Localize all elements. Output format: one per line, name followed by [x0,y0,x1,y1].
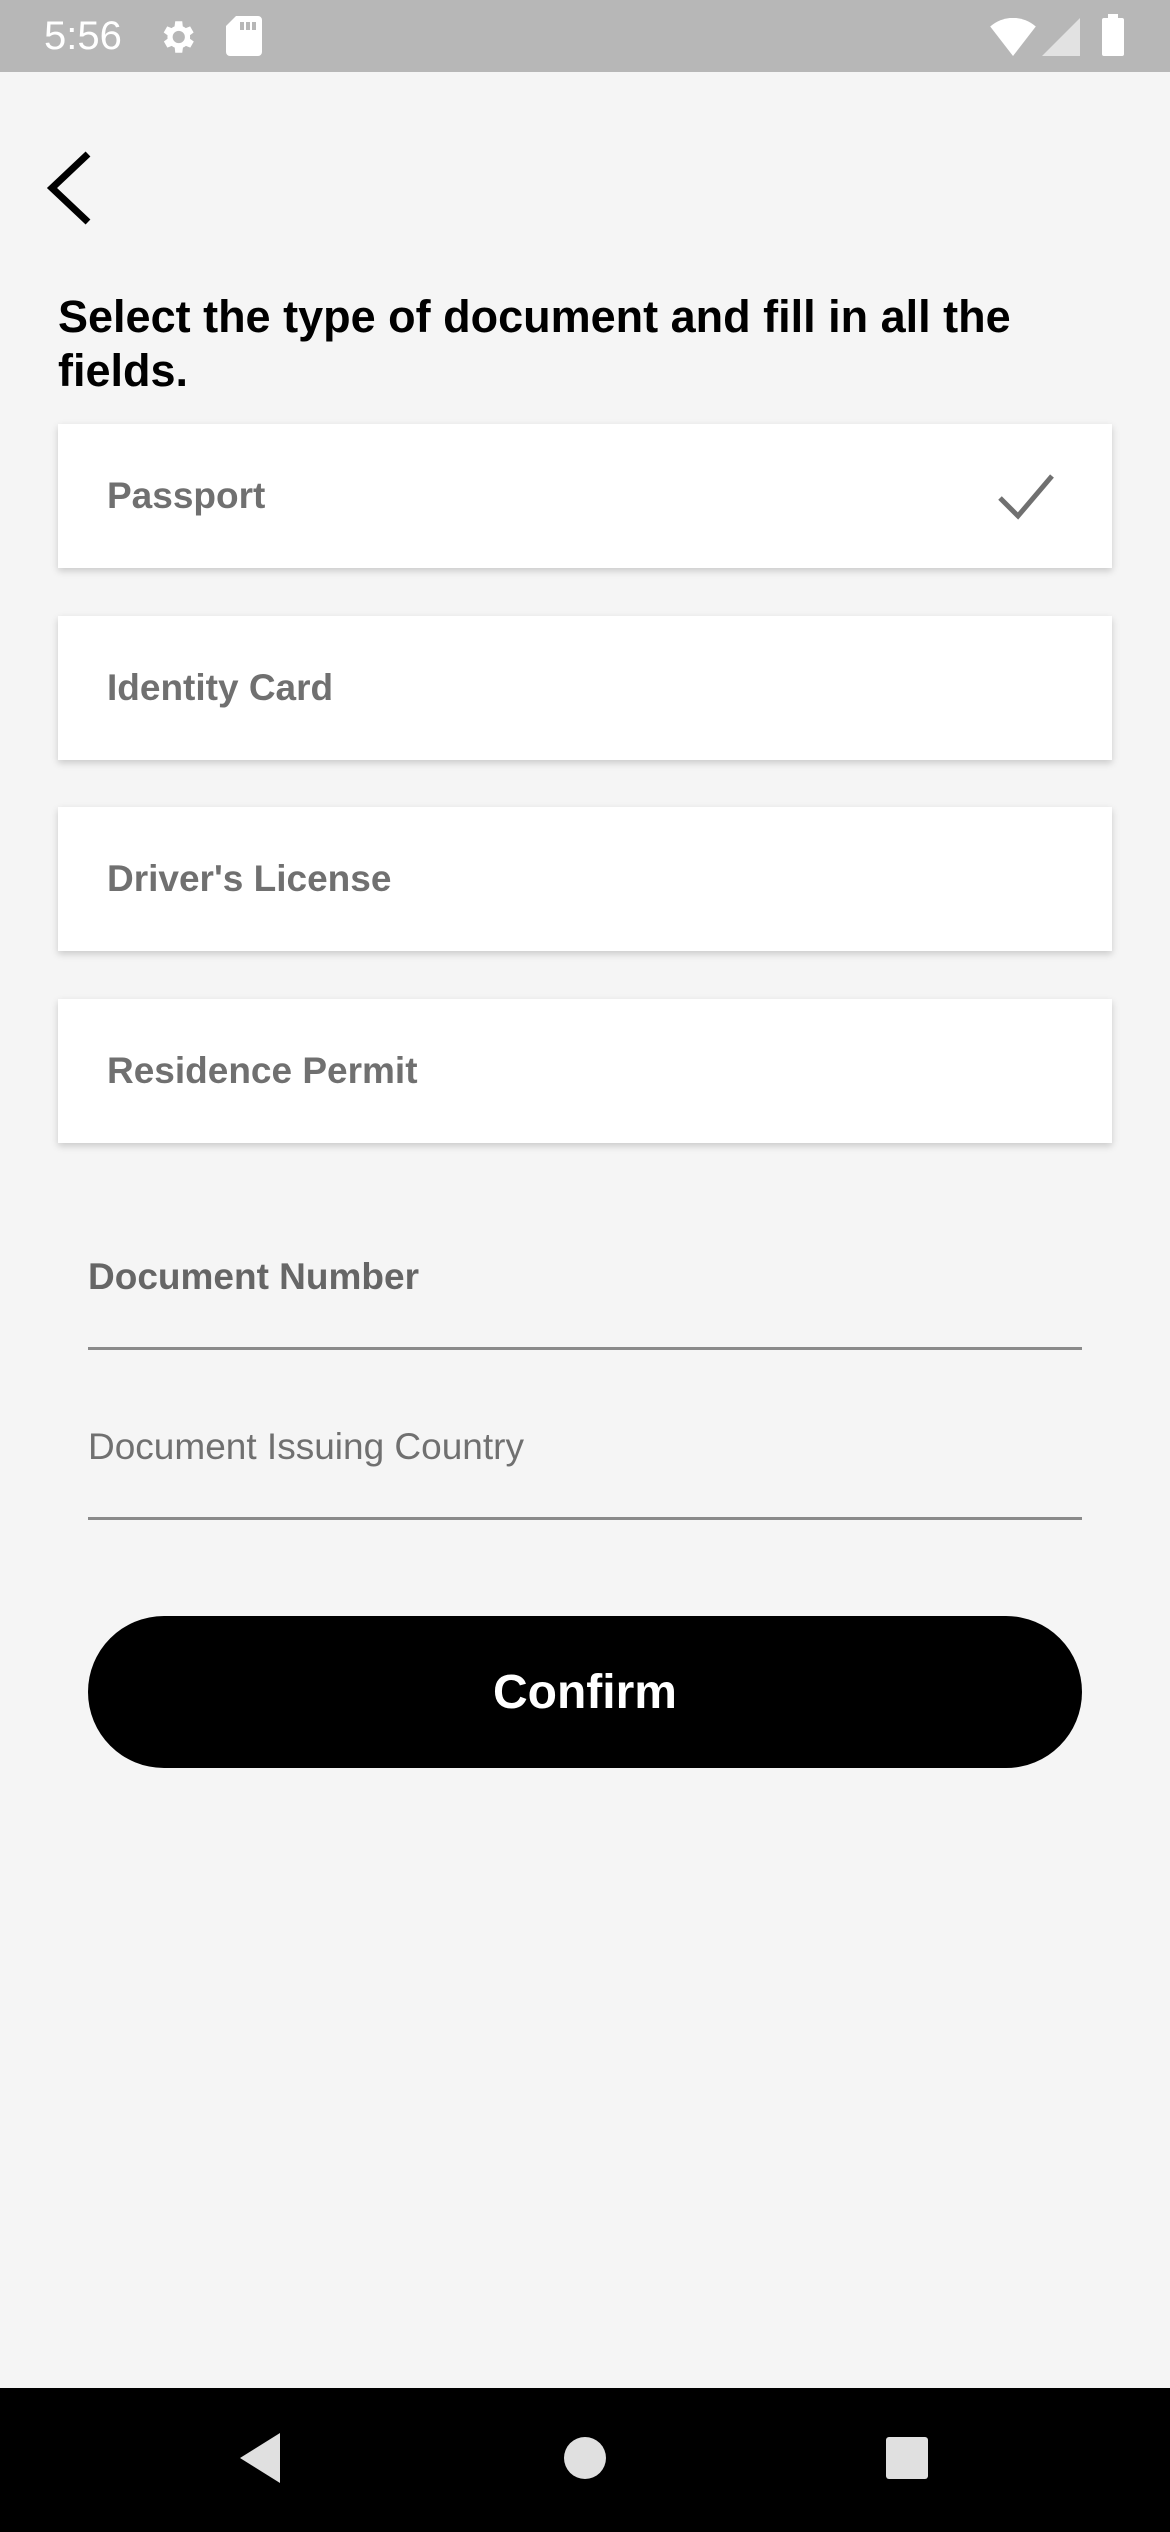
document-option-identity-card[interactable]: Identity Card [58,616,1112,760]
status-time: 5:56 [44,14,122,58]
home-circle-icon [562,2435,608,2486]
recents-square-icon [884,2435,930,2486]
settings-icon [156,16,198,63]
wifi-icon [990,17,1036,61]
page-heading: Select the type of document and fill in … [58,291,1011,396]
issuing-country-field[interactable]: Document Issuing Country [88,1380,1082,1520]
document-option-label: Passport [107,475,266,516]
status-bar: 5:56 [0,0,1170,72]
check-icon [996,466,1056,526]
confirm-button[interactable]: Confirm [88,1616,1082,1768]
nav-recents-button[interactable] [837,2388,977,2532]
battery-icon [1102,14,1124,61]
cellular-signal-icon [1042,18,1080,61]
document-option-drivers-license[interactable]: Driver's License [58,807,1112,951]
nav-home-button[interactable] [515,2388,655,2532]
system-nav-bar [0,2388,1170,2532]
document-option-label: Residence Permit [107,1050,418,1091]
document-option-label: Driver's License [107,858,392,899]
chevron-left-icon [44,148,94,233]
document-number-field[interactable]: Document Number [88,1210,1082,1350]
sd-card-icon [226,16,262,61]
nav-back-button[interactable] [190,2388,330,2532]
document-option-passport[interactable]: Passport [58,424,1112,568]
issuing-country-label: Document Issuing Country [88,1426,524,1467]
back-triangle-icon [236,2431,284,2490]
document-number-label: Document Number [88,1256,419,1297]
document-option-residence-permit[interactable]: Residence Permit [58,999,1112,1143]
document-option-label: Identity Card [107,667,334,708]
back-button[interactable] [44,140,124,240]
